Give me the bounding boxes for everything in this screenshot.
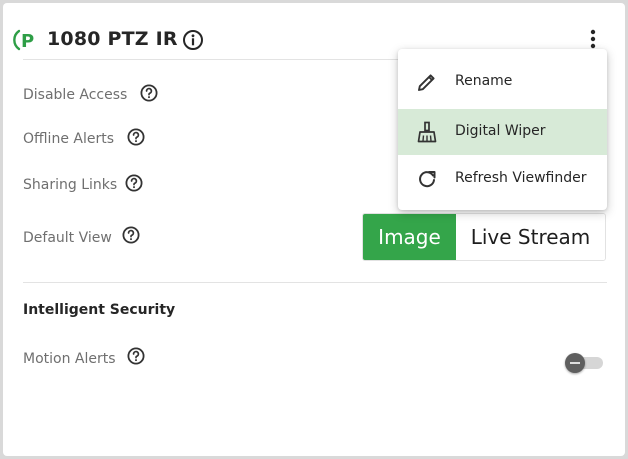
- help-icon[interactable]: [122, 226, 140, 244]
- sharing-links-label: Sharing Links: [23, 177, 118, 193]
- disable-access-label: Disable Access: [23, 87, 128, 103]
- motion-alerts-label: Motion Alerts: [23, 351, 116, 367]
- menu-item-label: Refresh Viewfinder: [455, 170, 587, 186]
- broom-icon: [417, 121, 437, 143]
- menu-item-refresh-viewfinder[interactable]: Refresh Viewfinder: [398, 156, 607, 202]
- live-stream-option-button[interactable]: Live Stream: [456, 214, 605, 260]
- menu-item-digital-wiper[interactable]: Digital Wiper: [398, 109, 607, 155]
- camera-settings-card: P 1080 PTZ IR Disable Access Offline Ale…: [3, 3, 625, 456]
- default-view-toggle: Image Live Stream: [362, 213, 606, 261]
- menu-item-label: Rename: [455, 73, 513, 89]
- intelligent-security-heading: Intelligent Security: [23, 302, 176, 318]
- more-options-icon[interactable]: [583, 27, 603, 51]
- default-view-label: Default View: [23, 230, 112, 246]
- menu-item-rename[interactable]: Rename: [398, 59, 607, 105]
- image-option-button[interactable]: Image: [363, 214, 456, 260]
- pencil-icon: [418, 74, 435, 91]
- help-icon[interactable]: [127, 347, 145, 365]
- motion-alerts-toggle[interactable]: [563, 351, 605, 375]
- section-divider: [23, 282, 607, 283]
- help-icon[interactable]: [125, 174, 143, 192]
- svg-text:P: P: [21, 31, 34, 52]
- refresh-icon: [419, 171, 436, 188]
- toggle-knob: [565, 353, 585, 373]
- menu-item-label: Digital Wiper: [455, 123, 546, 139]
- help-icon[interactable]: [140, 84, 158, 102]
- info-icon[interactable]: [182, 29, 204, 51]
- camera-title: 1080 PTZ IR: [47, 28, 178, 50]
- brand-logo: P: [13, 29, 34, 52]
- help-icon[interactable]: [127, 128, 145, 146]
- offline-alerts-label: Offline Alerts: [23, 131, 114, 147]
- options-menu: Rename Digital Wiper Refresh Viewfinder: [398, 49, 607, 210]
